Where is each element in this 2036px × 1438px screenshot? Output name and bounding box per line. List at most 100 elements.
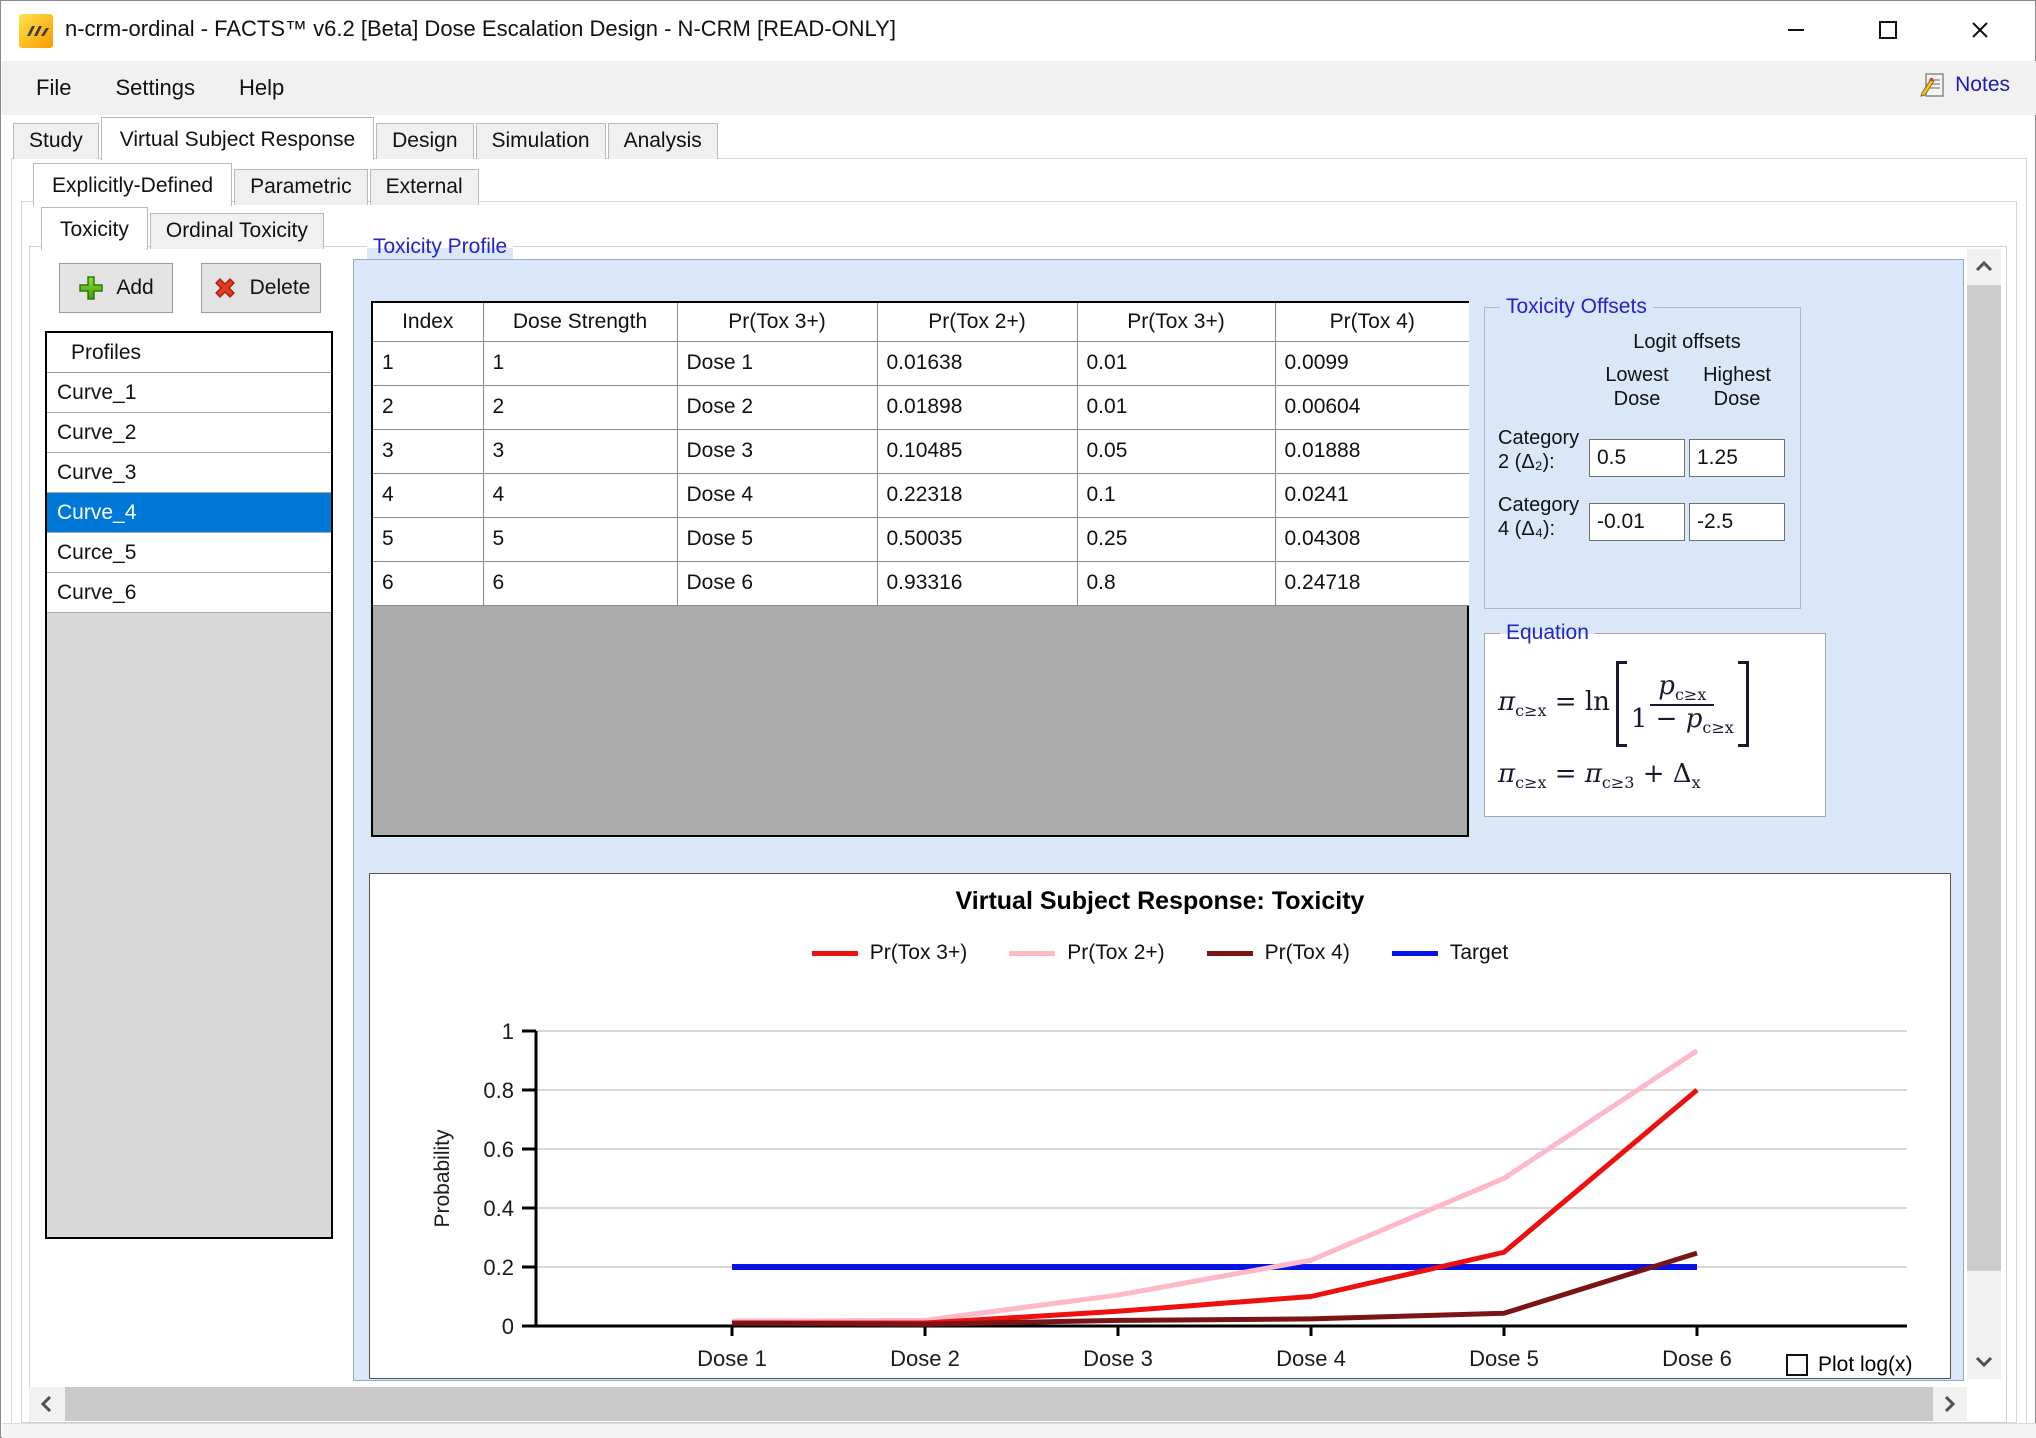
x-tick-label: Dose 4 — [1276, 1346, 1346, 1371]
table-cell[interactable]: 1 — [373, 341, 483, 385]
delete-x-icon — [212, 275, 238, 301]
table-cell[interactable]: 5 — [373, 517, 483, 561]
y-tick-label: 0.6 — [483, 1137, 514, 1162]
plot-log-checkbox[interactable] — [1786, 1354, 1808, 1376]
table-cell[interactable]: 4 — [373, 473, 483, 517]
maximize-button[interactable] — [1855, 1, 1921, 59]
table-cell[interactable]: 0.01888 — [1275, 429, 1469, 473]
toxicity-tabstrip: ToxicityOrdinal Toxicity — [41, 207, 326, 249]
tab-parametric[interactable]: Parametric — [234, 169, 368, 205]
tab-analysis[interactable]: Analysis — [608, 123, 718, 159]
scroll-up-button[interactable] — [1967, 249, 2001, 283]
table-cell[interactable]: 0.93316 — [877, 561, 1077, 605]
table-cell[interactable]: 2 — [483, 385, 677, 429]
scroll-down-button[interactable] — [1967, 1345, 2001, 1379]
table-cell[interactable]: 0.25 — [1077, 517, 1275, 561]
tab-ordinal-toxicity[interactable]: Ordinal Toxicity — [150, 213, 324, 249]
table-cell[interactable]: 4 — [483, 473, 677, 517]
profile-item-curve-3[interactable]: Curve_3 — [47, 453, 331, 493]
table-cell[interactable]: 0.8 — [1077, 561, 1275, 605]
table-cell[interactable]: 6 — [373, 561, 483, 605]
table-cell[interactable]: 0.01 — [1077, 385, 1275, 429]
horizontal-scrollbar[interactable] — [29, 1387, 1967, 1421]
table-cell[interactable]: 0.01638 — [877, 341, 1077, 385]
menu-settings[interactable]: Settings — [93, 65, 217, 111]
scroll-right-button[interactable] — [1933, 1387, 1967, 1421]
profile-item-curve-2[interactable]: Curve_2 — [47, 413, 331, 453]
table-cell[interactable]: 0.05 — [1077, 429, 1275, 473]
vsr-tabstrip: Explicitly-DefinedParametricExternal — [33, 163, 481, 205]
col-header-dose-strength[interactable]: Dose Strength — [483, 303, 677, 341]
cat4-highest-input[interactable] — [1689, 503, 1785, 541]
table-cell[interactable]: 0.1 — [1077, 473, 1275, 517]
main-tabstrip: StudyVirtual Subject ResponseDesignSimul… — [13, 117, 720, 159]
close-icon — [1968, 18, 1992, 42]
col-header-pr-tox-2[interactable]: Pr(Tox 2+) — [877, 303, 1077, 341]
tab-study[interactable]: Study — [13, 123, 99, 159]
table-cell[interactable]: 5 — [483, 517, 677, 561]
col-header-pr-tox-3[interactable]: Pr(Tox 3+) — [677, 303, 877, 341]
app-window: n-crm-ordinal - FACTS™ v6.2 [Beta] Dose … — [0, 0, 2036, 1438]
table-cell[interactable]: 0.50035 — [877, 517, 1077, 561]
col-header-pr-tox-4[interactable]: Pr(Tox 4) — [1275, 303, 1469, 341]
table-cell[interactable]: 0.0099 — [1275, 341, 1469, 385]
col-header-index[interactable]: Index — [373, 303, 483, 341]
y-tick-label: 0.8 — [483, 1078, 514, 1103]
x-tick-label: Dose 1 — [697, 1346, 767, 1371]
table-cell[interactable]: Dose 4 — [677, 473, 877, 517]
x-tick-label: Dose 3 — [1083, 1346, 1153, 1371]
tab-explicitly-defined[interactable]: Explicitly-Defined — [33, 163, 232, 206]
cat2-highest-input[interactable] — [1689, 439, 1785, 477]
vertical-scroll-thumb[interactable] — [1967, 285, 2001, 1271]
table-cell[interactable]: 3 — [373, 429, 483, 473]
table-cell[interactable]: Dose 3 — [677, 429, 877, 473]
scroll-left-button[interactable] — [29, 1387, 63, 1421]
tab-virtual-subject-response[interactable]: Virtual Subject Response — [101, 117, 374, 160]
table-cell[interactable]: Dose 6 — [677, 561, 877, 605]
cat4-lowest-input[interactable] — [1589, 503, 1685, 541]
vertical-scrollbar[interactable] — [1967, 249, 2001, 1379]
profile-item-curve-6[interactable]: Curve_6 — [47, 573, 331, 613]
window-bottom-chrome — [2, 1423, 2036, 1438]
tab-toxicity[interactable]: Toxicity — [41, 207, 148, 250]
add-button[interactable]: Add — [59, 263, 173, 313]
table-cell[interactable]: 0.01898 — [877, 385, 1077, 429]
tab-design[interactable]: Design — [376, 123, 473, 159]
notes-icon — [1919, 71, 1947, 99]
chevron-right-icon — [1944, 1395, 1956, 1413]
tab-simulation[interactable]: Simulation — [476, 123, 606, 159]
toxicity-offsets-title: Toxicity Offsets — [1500, 295, 1653, 319]
notes-button[interactable]: Notes — [1919, 71, 2010, 99]
table-cell[interactable]: 0.00604 — [1275, 385, 1469, 429]
profile-item-curve-4[interactable]: Curve_4 — [47, 493, 331, 533]
table-cell[interactable]: Dose 1 — [677, 341, 877, 385]
table-cell[interactable]: 0.22318 — [877, 473, 1077, 517]
table-cell[interactable]: 0.0241 — [1275, 473, 1469, 517]
delete-button[interactable]: Delete — [201, 263, 321, 313]
logit-offsets-header: Logit offsets — [1589, 331, 1785, 354]
table-cell[interactable]: 2 — [373, 385, 483, 429]
profile-item-curce-5[interactable]: Curce_5 — [47, 533, 331, 573]
table-cell[interactable]: 3 — [483, 429, 677, 473]
menu-file[interactable]: File — [14, 65, 93, 111]
plot-log-label: Plot log(x) — [1818, 1353, 1913, 1377]
table-cell[interactable]: 1 — [483, 341, 677, 385]
table-cell[interactable]: 0.01 — [1077, 341, 1275, 385]
horizontal-scroll-thumb[interactable] — [65, 1387, 1935, 1421]
table-row: 55Dose 50.500350.250.04308 — [373, 517, 1469, 561]
menu-help[interactable]: Help — [217, 65, 306, 111]
table-cell[interactable]: Dose 5 — [677, 517, 877, 561]
col-header-pr-tox-3[interactable]: Pr(Tox 3+) — [1077, 303, 1275, 341]
profile-item-curve-1[interactable]: Curve_1 — [47, 373, 331, 413]
table-cell[interactable]: 0.04308 — [1275, 517, 1469, 561]
toxicity-table: IndexDose StrengthPr(Tox 3+)Pr(Tox 2+)Pr… — [371, 301, 1469, 837]
table-cell[interactable]: Dose 2 — [677, 385, 877, 429]
table-row: 11Dose 10.016380.010.0099 — [373, 341, 1469, 385]
table-cell[interactable]: 0.24718 — [1275, 561, 1469, 605]
close-button[interactable] — [1947, 1, 2013, 59]
cat2-lowest-input[interactable] — [1589, 439, 1685, 477]
tab-external[interactable]: External — [370, 169, 479, 205]
table-cell[interactable]: 0.10485 — [877, 429, 1077, 473]
minimize-button[interactable] — [1763, 1, 1829, 59]
table-cell[interactable]: 6 — [483, 561, 677, 605]
